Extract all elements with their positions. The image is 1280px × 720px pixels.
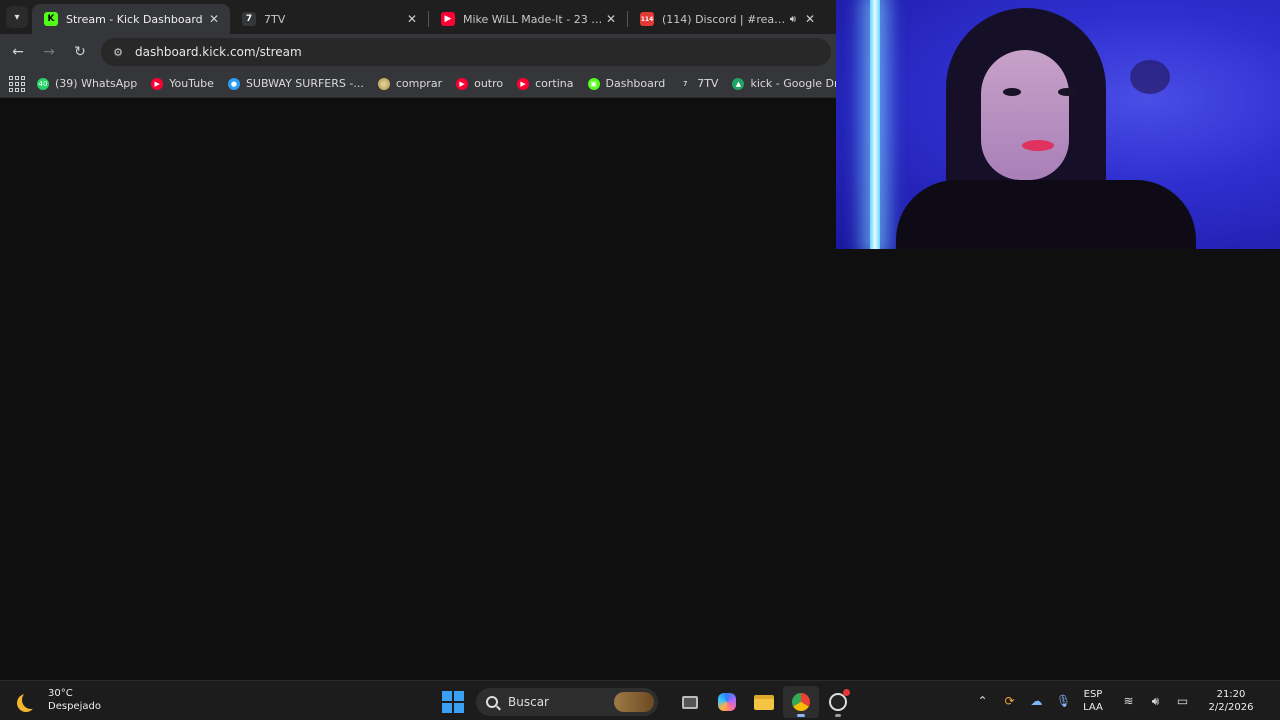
webcam-overlay [836,0,1280,249]
bookmark-item[interactable]: ▶ cortina [517,77,574,90]
bookmark-label: outro [474,77,504,90]
folder-icon [754,694,774,710]
tab-search-button[interactable]: ▾ [6,6,28,28]
weather-condition: Despejado [48,701,101,712]
task-view-button[interactable] [672,686,708,718]
arrow-right-icon: → [43,44,55,60]
microphone-icon[interactable]: 🎙︎ [1050,694,1077,708]
tab-close-icon[interactable]: ✕ [206,11,222,27]
search-icon [486,696,498,708]
person-eye [1058,88,1076,96]
obs-button[interactable] [820,686,856,718]
bookmark-item[interactable]: ▣ Dashboard [587,77,666,90]
tab-favicon-icon: ▶ [441,12,455,26]
recording-dot-icon [843,689,850,696]
windows-taskbar: 30°C Despejado Buscar ⌃ ⟳ ☁ 🎙︎ ESP LAA ≋… [0,680,1280,720]
browser-tab[interactable]: 114 (114) Discord | #reacciones🔊︎ ✕ [628,4,826,34]
forward-button[interactable]: → [36,39,62,65]
taskbar-search[interactable]: Buscar [476,688,658,716]
copilot-icon [718,693,736,711]
chevron-up-icon[interactable]: ⌃ [969,694,996,708]
tab-close-icon[interactable]: ✕ [404,11,420,27]
chrome-icon [792,693,810,711]
chrome-button[interactable] [783,686,819,718]
active-indicator [797,714,805,717]
led-light [870,0,880,249]
reload-icon: ↻ [74,44,86,60]
chevron-down-icon: ▾ [14,11,20,23]
person-body [896,180,1196,249]
tab-title: 7TV [264,12,286,26]
clock[interactable]: 21:20 2/2/2026 [1196,688,1266,714]
bookmark-label: SUBWAY SURFERS -... [245,77,364,90]
address-bar[interactable]: ⚙ dashboard.kick.com/stream [101,38,831,66]
tab-title: Stream - Kick Dashboard [66,12,203,26]
windows-start-icon[interactable] [442,691,464,713]
tab-title: Mike WiLL Made-It - 23 (Explicit) [463,12,603,26]
arrow-left-icon: ← [12,44,24,60]
taskbar-search-text: Buscar [508,695,549,709]
task-view-icon [682,695,698,709]
bookmark-label: cortina [535,77,574,90]
moon-icon [22,691,40,709]
wall-decoration [1130,60,1170,94]
sync-icon[interactable]: ⟳ [996,694,1023,708]
address-text: dashboard.kick.com/stream [135,45,302,59]
weather-temp: 30°C [48,688,73,699]
tab-favicon-icon: 7 [242,12,256,26]
tab-favicon-icon: 114 [640,12,654,26]
bookmark-item[interactable]: 40 (39) WhatsApp [37,77,137,90]
search-highlight-image [614,692,654,712]
tab-favicon-icon: K [44,12,58,26]
clock-date: 2/2/2026 [1208,702,1254,713]
lang-bottom: LAA [1083,702,1103,713]
bookmark-label: YouTube [169,77,214,90]
person-lips [1022,140,1054,151]
tab-close-icon[interactable]: ✕ [603,11,619,27]
youtube-icon: ▶ [151,77,164,90]
weather-widget[interactable]: 30°C Despejado [16,687,101,713]
browser-tab[interactable]: ▶ Mike WiLL Made-It - 23 (Explicit)✕ [429,4,627,34]
bookmark-item[interactable]: ▶ YouTube [151,77,214,90]
whatsapp-icon: 40 [37,77,49,90]
taskbar-center: Buscar [442,686,857,718]
bookmark-label: 7TV [697,77,719,90]
subway-surfers-icon: ● [227,77,240,90]
tab-audio-icon[interactable]: 🔊︎ [790,14,796,25]
globe-icon: ◎ [377,77,390,90]
bookmark-item[interactable]: ◎ comprar [377,77,443,90]
bookmark-item[interactable]: ● SUBWAY SURFERS -... [227,77,364,90]
wifi-icon[interactable]: ≋ [1115,694,1142,708]
onedrive-icon[interactable]: ☁ [1023,694,1050,708]
apps-grid-icon[interactable] [9,75,25,92]
dashboard-icon: ▣ [587,77,600,90]
browser-tab[interactable]: K Stream - Kick Dashboard ✕ [32,4,230,34]
bookmark-item[interactable]: ▶ outro [456,77,503,90]
tab-title: (114) Discord | #reacciones [662,12,790,26]
7tv-icon: 7 [679,77,692,90]
bookmark-label: (39) WhatsApp [55,77,138,90]
copilot-button[interactable] [709,686,745,718]
browser-tab[interactable]: 7 7TV ✕ [230,4,428,34]
clock-time: 21:20 [1216,689,1246,700]
lang-top: ESP [1083,689,1103,700]
tab-close-icon[interactable]: ✕ [802,11,818,27]
youtube-icon: ▶ [456,77,469,90]
person-eye [1003,88,1021,96]
bookmark-label: comprar [395,77,443,90]
reload-button[interactable]: ↻ [67,39,93,65]
site-settings-icon[interactable]: ⚙ [111,45,125,59]
file-explorer-button[interactable] [746,686,782,718]
google-drive-icon: ▲ [732,77,745,90]
battery-icon[interactable]: ▭ [1169,694,1196,708]
youtube-icon: ▶ [517,77,530,90]
language-indicator[interactable]: ESP LAA [1079,688,1107,714]
person-face [981,50,1069,180]
back-button[interactable]: ← [5,39,31,65]
system-tray: ⌃ ⟳ ☁ 🎙︎ ESP LAA ≋ 🔊︎ ▭ 21:20 2/2/2026 [969,681,1280,720]
bookmark-label: Dashboard [605,77,666,90]
bookmark-item[interactable]: 7 7TV [679,77,718,90]
running-indicator [835,714,841,717]
volume-icon[interactable]: 🔊︎ [1142,694,1169,709]
